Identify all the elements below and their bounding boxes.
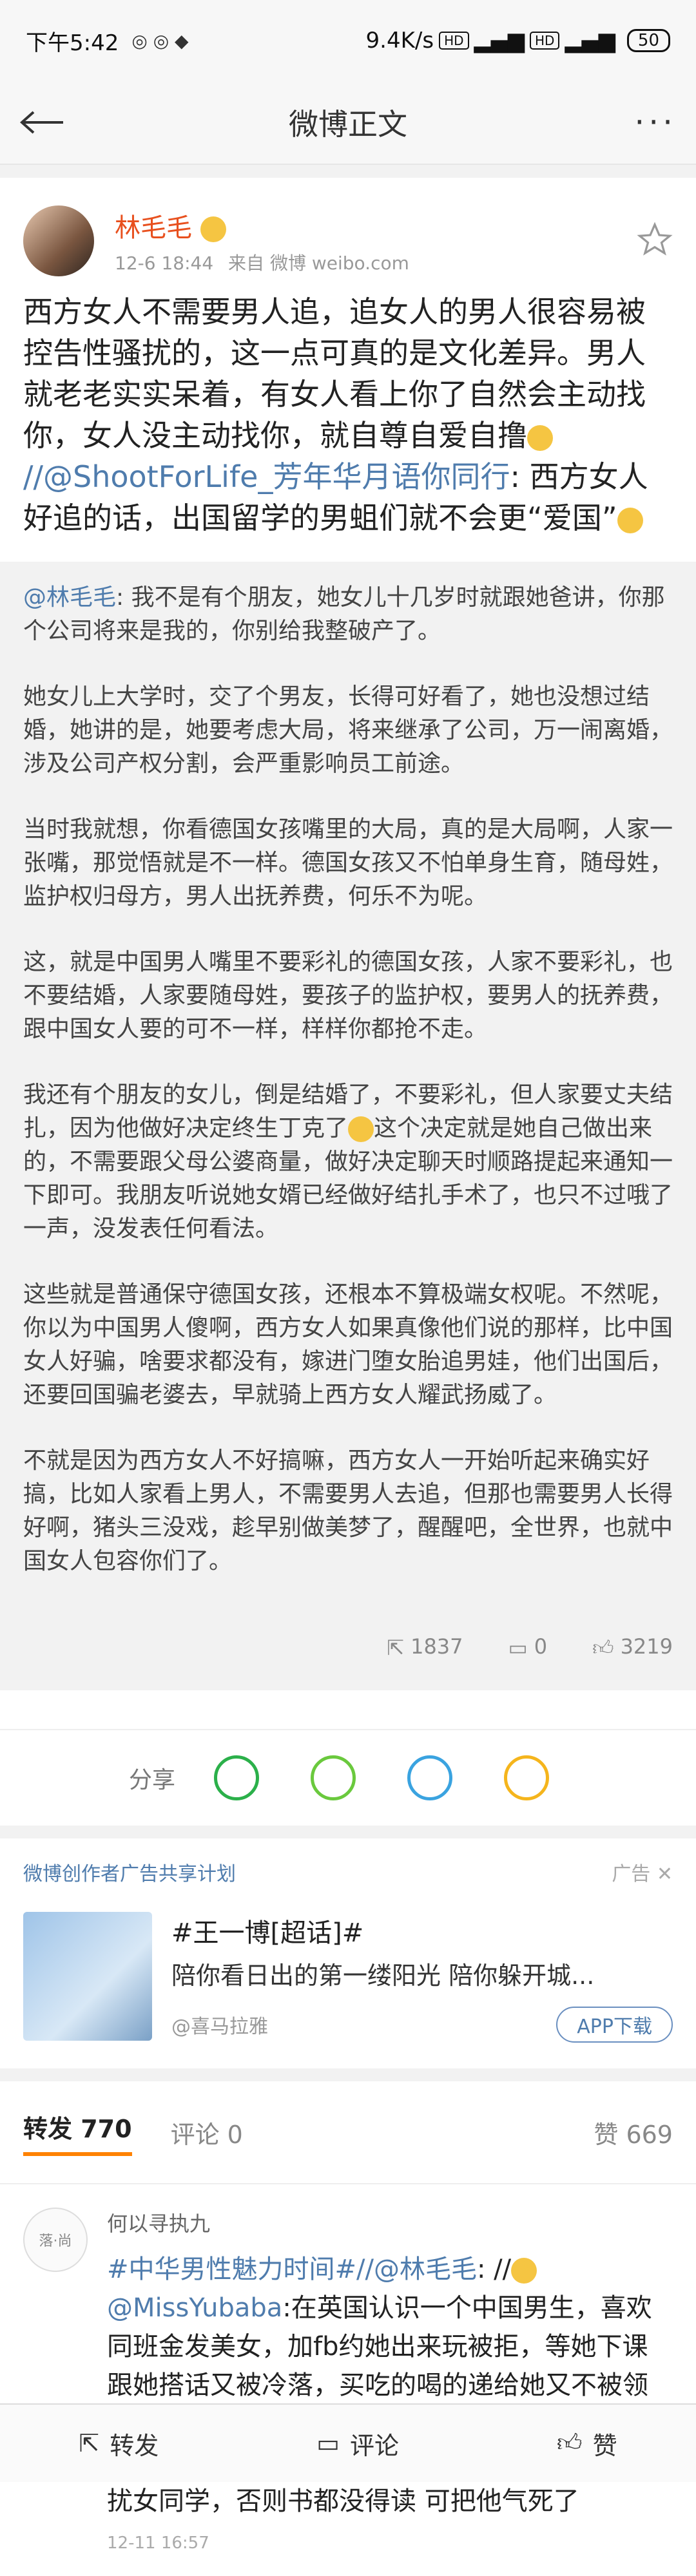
- comment-icon: ▭: [316, 2429, 340, 2457]
- ad-subtitle: 陪你看日出的第一缕阳光 陪你躲开城...: [171, 1961, 595, 1990]
- tab-comments[interactable]: 评论 0: [171, 2115, 243, 2150]
- retweet-p7: 不就是因为西方女人不好搞嘛，西方女人一开始听起来确实好搞，比如人家看上男人，不需…: [23, 1447, 673, 1574]
- repost-button[interactable]: ⇱ 转发: [79, 2426, 159, 2461]
- thumbs-up-icon: 👍︎: [592, 1636, 614, 1660]
- grin-emoji-icon: [617, 507, 643, 533]
- ad-title: #王一博[超话]#: [171, 1918, 364, 1948]
- favorite-button[interactable]: [637, 222, 673, 260]
- tab-reposts[interactable]: 转发 770: [23, 2109, 132, 2156]
- repost-chain-link[interactable]: //@ShootForLife_芳年华月语你同行: [23, 459, 510, 494]
- comment-icon: ▭: [508, 1636, 528, 1660]
- share-bar: 分享: [0, 1729, 696, 1826]
- share-label: 分享: [129, 1767, 176, 1793]
- laugh-cry-emoji-icon: [527, 425, 553, 451]
- share-arrow-icon: ⇱: [387, 1636, 405, 1660]
- laugh-emoji-icon: [511, 2258, 537, 2284]
- thumbs-up-icon: 👍︎: [556, 2428, 583, 2457]
- post-body: 西方女人不需要男人追，追女人的男人很容易被控告性骚扰的，这一点可真的是文化差异。…: [23, 291, 673, 539]
- post-text-part1: 西方女人不需要男人追，追女人的男人很容易被控告性骚扰的，这一点可真的是文化差异。…: [23, 294, 646, 453]
- post-source: 来自 微博 weibo.com: [228, 253, 409, 274]
- retweet-stats: ⇱ 1837 ▭ 0 👍︎ 3219: [23, 1610, 673, 1665]
- ad-thumbnail[interactable]: [23, 1912, 152, 2041]
- retweet-p2: 她女儿上大学时，交了个男友，长得可好看了，她也没想过结婚，她讲的是，她要考虑大局…: [23, 683, 673, 777]
- moments-icon[interactable]: [311, 1755, 356, 1800]
- retweet-repost-count[interactable]: ⇱ 1837: [387, 1630, 463, 1665]
- like-button[interactable]: 👍︎ 赞: [557, 2426, 617, 2461]
- retweet-p1: : 我不是有个朋友，她女儿十几岁时就跟她爸讲，你那个公司将来是我的，你别给我整破…: [23, 584, 665, 644]
- network-speed: 9.4K/s: [365, 28, 434, 53]
- signal-icon-2: ▂▄▆: [565, 28, 615, 53]
- post-header: 林毛毛 12-6 18:44 来自 微博 weibo.com: [23, 178, 673, 281]
- post-timestamp: 12-6 18:44: [115, 253, 214, 274]
- status-bar: 下午5:42 ◎ ◎ ◆ 9.4K/s HD ▂▄▆ HD ▂▄▆ 50: [0, 0, 696, 81]
- wechat-icon[interactable]: [214, 1755, 260, 1800]
- author-name[interactable]: 林毛毛: [115, 207, 409, 244]
- ad-card[interactable]: 微博创作者广告共享计划 广告 ✕ #王一博[超话]# 陪你看日出的第一缕阳光 陪…: [0, 1838, 696, 2068]
- retweet-p4: 这，就是中国男人嘴里不要彩礼的德国女孩，人家不要彩礼，也不要结婚，人家要随母姓，…: [23, 949, 673, 1042]
- retweet-p6: 这些就是普通保守德国女孩，还根本不算极端女权呢。不然呢，你以为中国男人傻啊，西方…: [23, 1281, 673, 1408]
- battery-icon: 50: [626, 29, 670, 52]
- comment-button[interactable]: ▭ 评论: [316, 2426, 399, 2461]
- feedback-tabs: 转发 770 评论 0 赞 669: [0, 2081, 696, 2184]
- post: 林毛毛 12-6 18:44 来自 微博 weibo.com 西方女人不需要男人…: [0, 178, 696, 1729]
- retweeted-post[interactable]: @林毛毛: 我不是有个朋友，她女儿十几岁时就跟她爸讲，你那个公司将来是我的，你别…: [0, 562, 696, 1690]
- grin-emoji-icon-2: [348, 1116, 374, 1142]
- hd-badge-icon-2: HD: [530, 32, 560, 50]
- retweet-comment-count[interactable]: ▭ 0: [508, 1630, 548, 1665]
- app-icons: ◎ ◎ ◆: [131, 30, 189, 52]
- qq-icon[interactable]: [407, 1755, 453, 1800]
- retweet-like-count[interactable]: 👍︎ 3219: [592, 1630, 673, 1665]
- ad-source: @喜马拉雅: [171, 2016, 268, 2038]
- back-button[interactable]: [19, 93, 77, 151]
- ad-program-link[interactable]: 微博创作者广告共享计划: [23, 1858, 236, 1886]
- mention-link-1[interactable]: //@林毛毛: [356, 2255, 477, 2284]
- bottom-action-bar: ⇱ 转发 ▭ 评论 👍︎ 赞: [0, 2403, 696, 2482]
- list-item[interactable]: 落·尚 何以寻执九 #中华男性魅力时间#//@林毛毛: // @MissYuba…: [0, 2184, 696, 2576]
- share-arrow-icon: ⇱: [79, 2429, 100, 2457]
- retweet-mention[interactable]: @林毛毛: [23, 584, 116, 611]
- clock: 下午5:42: [26, 30, 119, 56]
- more-options-button[interactable]: ···: [619, 104, 677, 141]
- retweet-p3: 当时我就想，你看德国女孩嘴里的大局，真的是大局啊，人家一张嘴，那觉悟就是不一样。…: [23, 816, 673, 910]
- topic-tag-link[interactable]: #中华男性魅力时间#: [107, 2255, 356, 2284]
- page-title: 微博正文: [289, 107, 407, 142]
- hd-badge-icon: HD: [439, 32, 469, 50]
- mention-link-2[interactable]: @MissYubaba: [107, 2293, 282, 2323]
- ad-tag[interactable]: 广告 ✕: [612, 1858, 673, 1886]
- arrow-left-icon: [19, 111, 63, 134]
- commenter-avatar[interactable]: 落·尚: [23, 2208, 88, 2272]
- post-meta: 12-6 18:44 来自 微博 weibo.com: [115, 249, 409, 275]
- nav-bar: 微博正文 ···: [0, 81, 696, 165]
- commenter-name[interactable]: 何以寻执九: [107, 2208, 673, 2237]
- vip-badge-icon: [200, 216, 226, 242]
- author-avatar[interactable]: [23, 205, 94, 276]
- signal-icon: ▂▄▆: [474, 28, 525, 53]
- star-icon: [637, 222, 673, 256]
- tab-likes[interactable]: 赞 669: [594, 2115, 673, 2150]
- qzone-icon[interactable]: [504, 1755, 550, 1800]
- comment-date: 12-11 16:57: [107, 2533, 209, 2553]
- ad-download-button[interactable]: APP下载: [556, 2007, 673, 2043]
